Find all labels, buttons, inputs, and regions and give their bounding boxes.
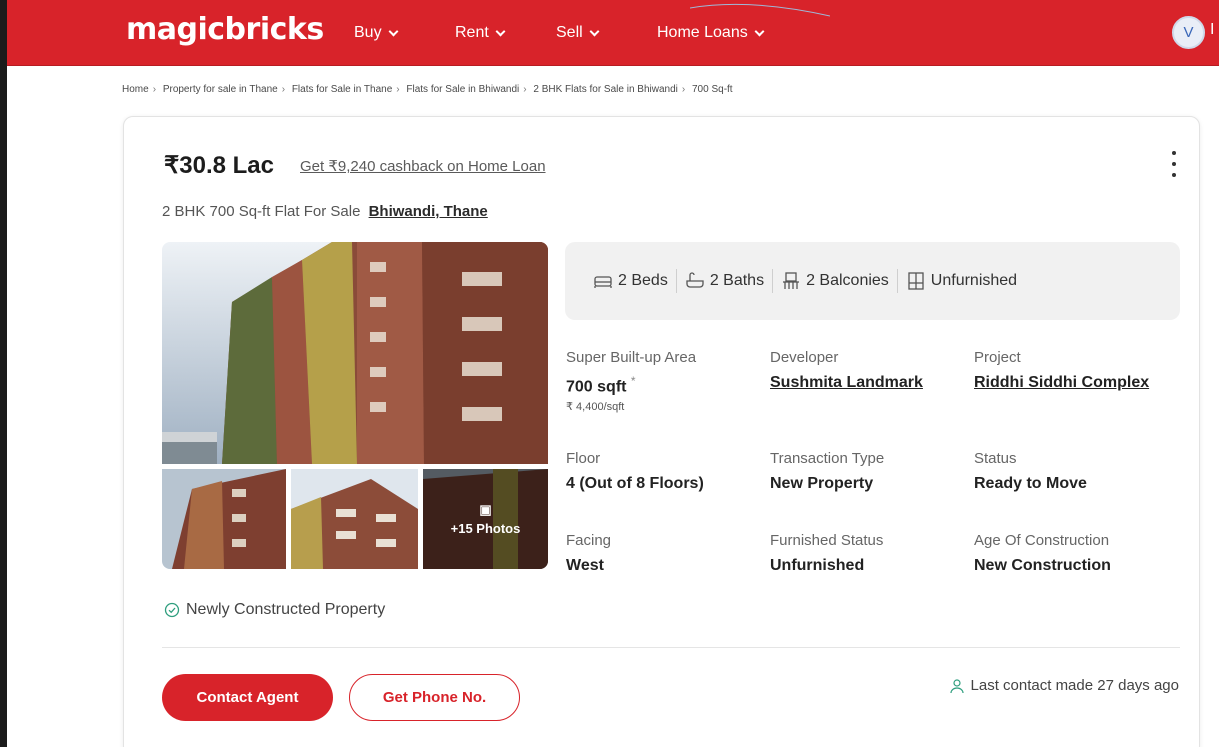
detail-label: Developer bbox=[770, 349, 839, 366]
window-left-edge bbox=[0, 0, 7, 747]
detail-label: Project bbox=[974, 349, 1021, 366]
balcony-icon bbox=[783, 272, 800, 289]
breadcrumb-item[interactable]: Flats for Sale in Bhiwandi bbox=[406, 84, 519, 95]
developer: Developer Sushmita Landmark bbox=[770, 349, 923, 392]
detail-value: Ready to Move bbox=[974, 475, 1087, 492]
wardrobe-icon bbox=[908, 272, 924, 290]
user-avatar[interactable]: V bbox=[1172, 16, 1205, 49]
detail-label: Floor bbox=[566, 450, 601, 467]
gallery-icon: ▣ bbox=[479, 502, 492, 517]
thumbnail-photo[interactable] bbox=[291, 469, 418, 569]
breadcrumb-separator: › bbox=[523, 84, 527, 95]
floor: Floor 4 (Out of 8 Floors) bbox=[566, 450, 704, 493]
super-builtup-area: Super Built-up Area 700 sqft * ₹ 4,400/s… bbox=[566, 349, 696, 413]
main-property-photo[interactable] bbox=[162, 242, 548, 464]
area-info-marker: * bbox=[630, 374, 636, 388]
breadcrumb-separator: › bbox=[281, 84, 286, 95]
more-photos-thumbnail[interactable]: ▣ +15 Photos bbox=[423, 469, 548, 569]
breadcrumb-separator: › bbox=[152, 84, 157, 95]
bathtub-icon bbox=[686, 272, 704, 288]
property-type-text: 2 BHK 700 Sq-ft Flat For Sale bbox=[162, 203, 361, 220]
newly-constructed-label: Newly Constructed Property bbox=[186, 601, 386, 618]
breadcrumb-item[interactable]: 2 BHK Flats for Sale in Bhiwandi bbox=[533, 84, 678, 95]
property-summary-bar: 2 Beds 2 Baths 2 Balconies Unfurnished bbox=[565, 242, 1180, 320]
breadcrumb-item[interactable]: Flats for Sale in Thane bbox=[292, 84, 392, 95]
breadcrumb-separator: › bbox=[681, 84, 686, 95]
developer-link[interactable]: Sushmita Landmark bbox=[770, 374, 923, 392]
newly-constructed-badge: Newly Constructed Property bbox=[164, 601, 385, 619]
furnishing-label: Unfurnished bbox=[930, 272, 1018, 289]
age-of-construction: Age Of Construction New Construction bbox=[974, 532, 1111, 575]
check-circle-icon bbox=[164, 602, 180, 618]
cashback-link[interactable]: Get ₹9,240 cashback on Home Loan bbox=[300, 157, 546, 175]
status: Status Ready to Move bbox=[974, 450, 1087, 493]
nav-buy-label: Buy bbox=[354, 24, 382, 41]
location-link[interactable]: Bhiwandi, Thane bbox=[369, 203, 488, 220]
project: Project Riddhi Siddhi Complex bbox=[974, 349, 1149, 392]
photo-count-overlay: ▣ +15 Photos bbox=[423, 469, 548, 569]
detail-label: Status bbox=[974, 450, 1017, 467]
beds-summary: 2 Beds bbox=[585, 271, 676, 291]
property-price: ₹30.8 Lac bbox=[164, 152, 275, 179]
detail-label: Facing bbox=[566, 532, 612, 549]
chevron-down-icon bbox=[495, 26, 506, 36]
nav-buy[interactable]: Buy bbox=[354, 24, 399, 42]
last-contact-info: Last contact made 27 days ago bbox=[949, 677, 1179, 694]
detail-label: Super Built-up Area bbox=[566, 349, 697, 366]
transaction-type: Transaction Type New Property bbox=[770, 450, 884, 493]
nav-sell-label: Sell bbox=[556, 24, 583, 41]
detail-label: Furnished Status bbox=[770, 532, 884, 549]
card-divider bbox=[162, 647, 1180, 648]
detail-label: Age Of Construction bbox=[974, 532, 1110, 549]
detail-value: 4 (Out of 8 Floors) bbox=[566, 475, 704, 492]
breadcrumb-item[interactable]: Home bbox=[122, 84, 149, 95]
detail-value: West bbox=[566, 557, 604, 574]
more-options-icon[interactable] bbox=[1171, 151, 1177, 177]
balconies-label: 2 Balconies bbox=[806, 272, 889, 289]
thumbnail-photo[interactable] bbox=[162, 469, 286, 569]
photo-thumbnails: ▣ +15 Photos bbox=[162, 469, 548, 569]
detail-value: Unfurnished bbox=[770, 557, 865, 574]
top-navbar: magicbricks Buy Rent Sell Home Loans V I bbox=[7, 0, 1219, 66]
nav-rent[interactable]: Rent bbox=[455, 24, 506, 42]
bed-icon bbox=[594, 276, 612, 288]
detail-label: Transaction Type bbox=[770, 450, 885, 467]
nav-sell[interactable]: Sell bbox=[556, 24, 600, 42]
breadcrumb: Home › Property for sale in Thane › Flats … bbox=[122, 84, 733, 95]
user-icon bbox=[949, 678, 964, 693]
detail-value: New Property bbox=[770, 475, 874, 492]
furnishing-summary: Unfurnished bbox=[898, 271, 1025, 291]
beds-label: 2 Beds bbox=[618, 272, 668, 289]
photo-count-label: +15 Photos bbox=[450, 521, 521, 536]
detail-value: New Construction bbox=[974, 557, 1111, 574]
furnished-status: Furnished Status Unfurnished bbox=[770, 532, 883, 575]
nav-home-loans[interactable]: Home Loans bbox=[657, 24, 765, 42]
facing: Facing West bbox=[566, 532, 611, 575]
chevron-down-icon bbox=[754, 26, 765, 36]
user-name-truncated[interactable]: I bbox=[1210, 21, 1214, 39]
project-link[interactable]: Riddhi Siddhi Complex bbox=[974, 374, 1149, 392]
nav-home-loans-label: Home Loans bbox=[657, 24, 748, 41]
breadcrumb-item[interactable]: Property for sale in Thane bbox=[163, 84, 278, 95]
last-contact-label: Last contact made 27 days ago bbox=[970, 677, 1179, 694]
chevron-down-icon bbox=[388, 26, 399, 36]
baths-summary: 2 Baths bbox=[677, 271, 772, 291]
detail-value: 700 sqft * bbox=[566, 374, 696, 396]
get-phone-button[interactable]: Get Phone No. bbox=[349, 674, 520, 721]
chevron-down-icon bbox=[589, 26, 600, 36]
nav-rent-label: Rent bbox=[455, 24, 489, 41]
contact-agent-button[interactable]: Contact Agent bbox=[162, 674, 333, 721]
property-card: ₹30.8 Lac Get ₹9,240 cashback on Home Lo… bbox=[123, 116, 1200, 747]
property-subtitle: 2 BHK 700 Sq-ft Flat For Sale Bhiwandi, … bbox=[162, 203, 488, 220]
price-per-sqft: ₹ 4,400/sqft bbox=[566, 401, 625, 414]
breadcrumb-separator: › bbox=[396, 84, 400, 95]
breadcrumb-item: 700 Sq-ft bbox=[692, 84, 733, 95]
balconies-summary: 2 Balconies bbox=[773, 271, 897, 291]
baths-label: 2 Baths bbox=[709, 272, 765, 289]
area-value: 700 sqft bbox=[566, 378, 627, 396]
decorative-curve bbox=[690, 3, 830, 17]
magicbricks-logo[interactable]: magicbricks bbox=[126, 12, 324, 47]
